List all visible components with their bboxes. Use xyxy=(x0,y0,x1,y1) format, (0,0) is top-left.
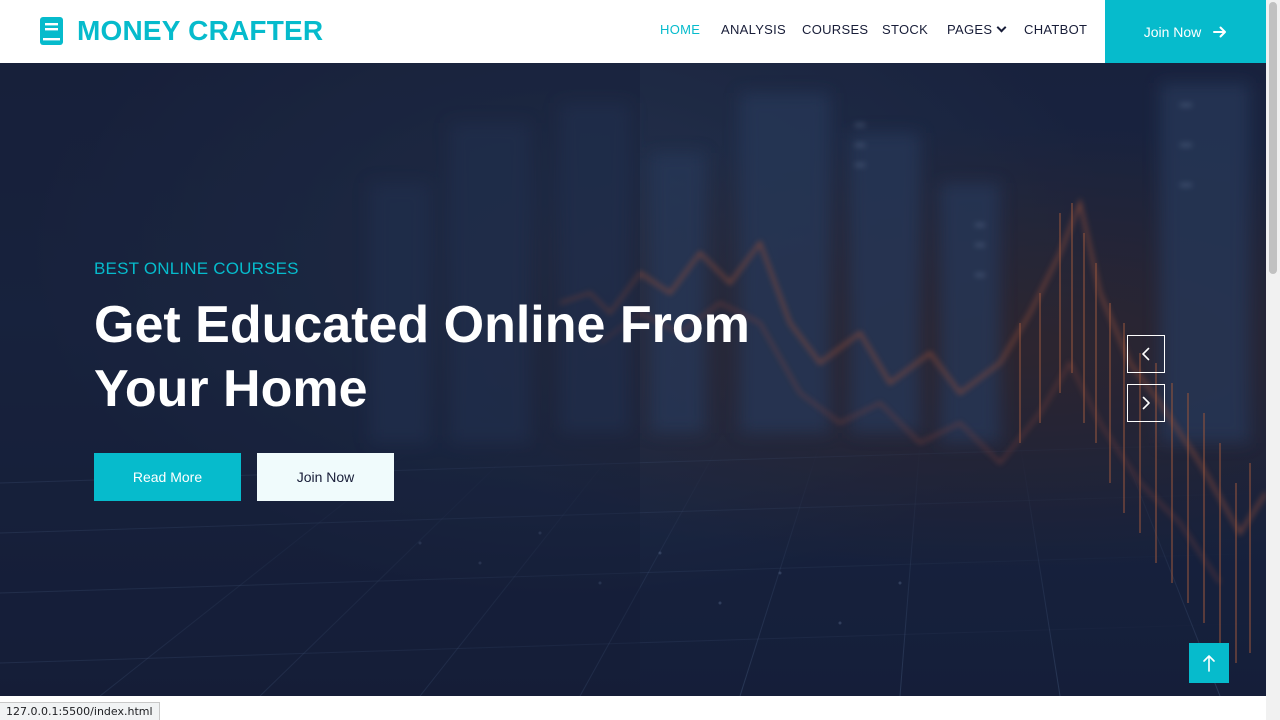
join-now-nav-label: Join Now xyxy=(1143,23,1202,40)
hero-carousel: BEST ONLINE COURSES Get Educated Online … xyxy=(0,63,1266,696)
nav-pages-label: PAGES xyxy=(947,22,993,37)
carousel-next-button[interactable] xyxy=(1127,384,1165,422)
nav-courses[interactable]: COURSES xyxy=(802,22,868,38)
arrow-right-icon xyxy=(1213,26,1227,37)
nav-home[interactable]: HOME xyxy=(660,22,700,38)
back-to-top-button[interactable] xyxy=(1189,643,1229,683)
join-now-nav-button[interactable]: Join Now xyxy=(1105,0,1266,63)
chevron-down-icon xyxy=(996,22,1007,33)
chevron-left-icon xyxy=(1142,347,1150,361)
carousel-prev-button[interactable] xyxy=(1127,335,1165,373)
join-now-hero-button[interactable]: Join Now xyxy=(257,453,394,501)
hero-subtitle: BEST ONLINE COURSES xyxy=(94,259,299,278)
status-bar-url: 127.0.0.1:5500/index.html xyxy=(0,702,160,720)
brand-logo[interactable]: MONEY CRAFTER xyxy=(40,16,323,46)
brand-name: MONEY CRAFTER xyxy=(77,15,324,46)
nav-pages-dropdown[interactable]: PAGES xyxy=(947,22,1007,38)
nav-analysis[interactable]: ANALYSIS xyxy=(721,22,786,38)
scrollbar-thumb[interactable] xyxy=(1269,2,1277,274)
hero-headline: Get Educated Online From Your Home xyxy=(94,296,750,418)
arrow-up-icon xyxy=(1203,655,1215,672)
nav-chatbot[interactable]: CHATBOT xyxy=(1024,22,1087,38)
page-scrollbar[interactable] xyxy=(1266,0,1280,720)
book-icon xyxy=(40,17,63,45)
read-more-button[interactable]: Read More xyxy=(94,453,241,501)
nav-stock[interactable]: STOCK xyxy=(882,22,928,38)
top-navbar: MONEY CRAFTER HOME ANALYSIS COURSES STOC… xyxy=(0,0,1266,63)
chevron-right-icon xyxy=(1142,396,1150,410)
